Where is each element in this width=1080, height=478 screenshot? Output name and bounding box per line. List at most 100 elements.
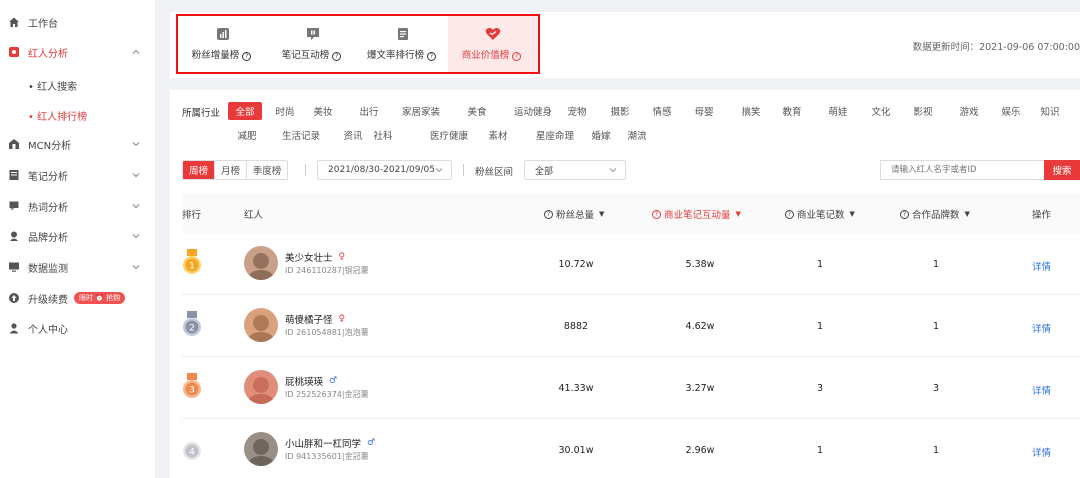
period-tabs: 周榜 月榜 季度榜	[182, 160, 288, 180]
kol-name[interactable]: 美少女壮士 ♀	[285, 250, 345, 264]
details-link[interactable]: 详情	[1032, 445, 1051, 459]
home-icon	[8, 16, 20, 28]
industry-chip[interactable]: 星座命理	[532, 126, 578, 144]
industry-chip[interactable]: 减肥	[234, 126, 260, 144]
industry-chip[interactable]: 文化	[868, 102, 894, 120]
brand-icon	[8, 230, 20, 242]
industry-chip[interactable]: 潮流	[624, 126, 650, 144]
industry-chip[interactable]: 游戏	[956, 102, 982, 120]
header-notes[interactable]: ? 商业笔记数 ▼	[785, 207, 855, 221]
tab-commercial-value[interactable]: 商业价值榜 ?	[448, 16, 538, 72]
header-interaction[interactable]: ? 商业笔记互动量 ▼	[652, 207, 741, 221]
tab-quarterly[interactable]: 季度榜	[247, 161, 287, 179]
brand-count: 1	[932, 259, 940, 270]
rank-number: 3	[189, 386, 195, 396]
header-brands[interactable]: ? 合作品牌数 ▼	[900, 207, 970, 221]
kol-id: ID 252526374|金冠薯	[285, 390, 369, 399]
upgrade-icon	[8, 292, 20, 304]
industry-chip[interactable]: 美妆	[310, 102, 336, 120]
kol-id: ID 941335601|金冠薯	[285, 452, 369, 461]
rank-medal-icon: 3	[183, 373, 201, 398]
chevron-down-icon	[132, 173, 140, 178]
industry-chip[interactable]: 母婴	[691, 102, 717, 120]
header-fans[interactable]: ? 粉丝总量 ▼	[544, 207, 604, 221]
industry-chip[interactable]: 医疗健康	[426, 126, 472, 144]
interaction-count: 3.27w	[685, 383, 715, 394]
building-icon	[8, 138, 20, 150]
sidebar-item-mcn[interactable]: MCN分析	[0, 129, 155, 159]
table-row: 2 萌傻橘子怪 ♀ ID 261054881|泡泡薯 8882 4.62w 1 1…	[182, 295, 1080, 357]
rank-number: 2	[189, 324, 195, 334]
industry-chip[interactable]: 摄影	[607, 102, 633, 120]
avatar[interactable]	[244, 432, 278, 466]
sidebar-item-hotwords[interactable]: 热词分析	[0, 191, 155, 221]
industry-chip[interactable]: 美食	[464, 102, 490, 120]
help-icon: ?	[242, 52, 252, 61]
brand-count: 1	[932, 445, 940, 456]
industry-chip[interactable]: 情感	[649, 102, 675, 120]
kol-search-input[interactable]	[880, 160, 1045, 180]
tab-fans-growth[interactable]: 粉丝增量榜 ?	[178, 16, 268, 72]
tab-note-interaction[interactable]: 笔记互动榜 ?	[268, 16, 358, 72]
kol-name[interactable]: 小山胖和一杠同学 ♂	[285, 436, 375, 450]
industry-chip[interactable]: 运动健身	[510, 102, 556, 120]
industry-chip[interactable]: 出行	[356, 102, 382, 120]
fans-count: 8882	[563, 321, 589, 332]
industry-chip[interactable]: 婚嫁	[588, 126, 614, 144]
fans-range-select[interactable]: 全部	[524, 160, 626, 180]
gender-icon: ♂	[329, 376, 338, 386]
kol-name[interactable]: 屁桃瑛瑛 ♂	[285, 374, 337, 388]
industry-chip[interactable]: 家居家装	[398, 102, 444, 120]
details-link[interactable]: 详情	[1032, 259, 1051, 273]
chevron-down-icon	[435, 168, 443, 173]
divider	[463, 164, 464, 176]
avatar[interactable]	[244, 370, 278, 404]
header-rank: 排行	[182, 210, 202, 221]
table-row: 3 屁桃瑛瑛 ♂ ID 252526374|金冠薯 41.33w 3.27w 3 …	[182, 357, 1080, 419]
sidebar-item-label: 红人分析	[28, 48, 68, 60]
sidebar-item-kol-analysis[interactable]: 红人分析	[0, 37, 155, 67]
industry-filter-label: 所属行业	[182, 108, 221, 119]
industry-chip[interactable]: 时尚	[272, 102, 298, 120]
industry-chip[interactable]: 娱乐	[998, 102, 1024, 120]
details-link[interactable]: 详情	[1032, 383, 1051, 397]
details-link[interactable]: 详情	[1032, 321, 1051, 335]
rank-medal-icon: 2	[183, 311, 201, 336]
header-action: 操作	[1032, 210, 1052, 221]
industry-chip[interactable]: 教育	[779, 102, 805, 120]
avatar[interactable]	[244, 308, 278, 342]
tab-viral-rate[interactable]: 爆文率排行榜 ?	[358, 16, 448, 72]
sort-down-icon: ▼	[849, 210, 855, 218]
tab-weekly[interactable]: 周榜	[183, 161, 215, 179]
search-button[interactable]: 搜索	[1044, 160, 1080, 180]
user-icon	[8, 322, 20, 334]
industry-chip[interactable]: 资讯	[340, 126, 366, 144]
industry-chip[interactable]: 宠物	[564, 102, 590, 120]
sidebar-item-monitor[interactable]: 数据监测	[0, 252, 155, 282]
industry-chip[interactable]: 知识	[1037, 102, 1063, 120]
sidebar-item-brand[interactable]: 品牌分析	[0, 221, 155, 251]
sidebar-sub-kol-ranking[interactable]: • 红人排行榜	[28, 105, 87, 125]
industry-chip[interactable]: 生活记录	[278, 126, 324, 144]
tab-monthly[interactable]: 月榜	[215, 161, 247, 179]
fans-range-value: 全部	[535, 166, 554, 177]
kol-name[interactable]: 萌傻橘子怪 ♀	[285, 312, 345, 326]
industry-chip[interactable]: 全部	[228, 102, 262, 120]
industry-chip[interactable]: 萌娃	[825, 102, 851, 120]
note-count: 1	[816, 321, 824, 332]
sidebar: 工作台 红人分析 • 红人搜索 • 红人排行榜 MCN分析 笔记分析 热词分析 …	[0, 0, 155, 478]
sort-down-icon: ▼	[599, 210, 605, 218]
chevron-down-icon	[132, 234, 140, 239]
sidebar-item-notes[interactable]: 笔记分析	[0, 160, 155, 190]
avatar[interactable]	[244, 246, 278, 280]
industry-chip[interactable]: 社科	[370, 126, 396, 144]
industry-chip[interactable]: 素材	[485, 126, 511, 144]
sidebar-item-profile[interactable]: 个人中心	[0, 313, 155, 343]
sidebar-sub-kol-search[interactable]: • 红人搜索	[28, 75, 77, 95]
date-range-select[interactable]: 2021/08/30-2021/09/05	[317, 160, 452, 180]
industry-chip[interactable]: 影视	[910, 102, 936, 120]
industry-chip[interactable]: 搞笑	[738, 102, 764, 120]
sidebar-item-label: 笔记分析	[28, 171, 68, 183]
sidebar-item-upgrade[interactable]: 升级续费 限时 ⏰ 抢购	[0, 283, 155, 313]
sidebar-item-workbench[interactable]: 工作台	[0, 7, 155, 37]
